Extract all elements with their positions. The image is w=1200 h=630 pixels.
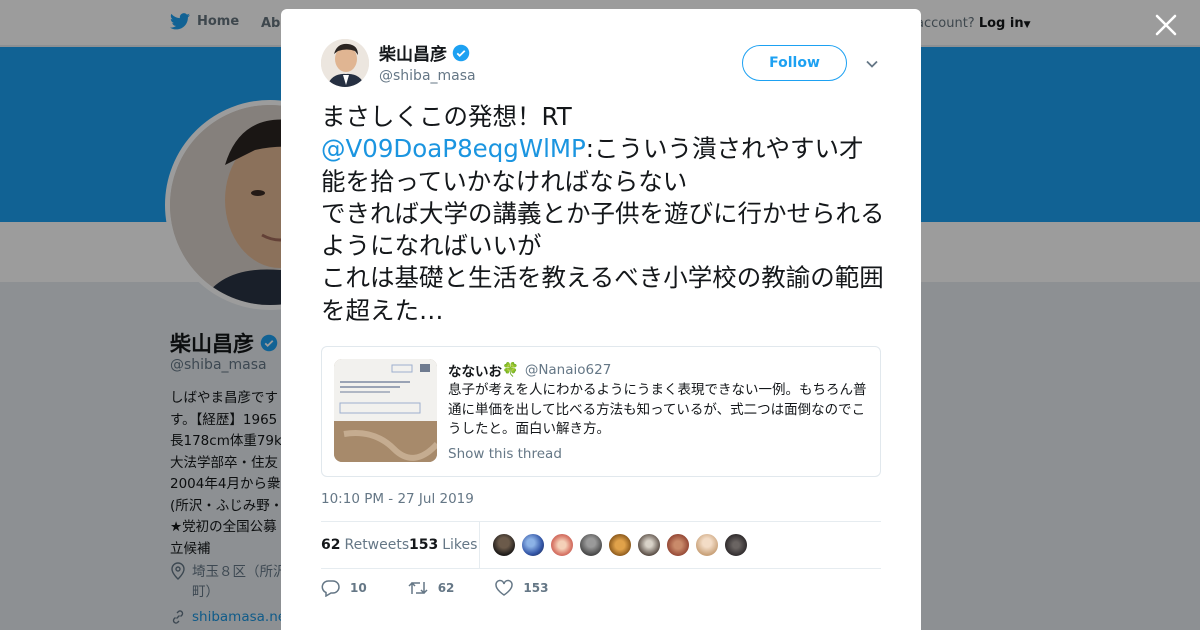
likes-label: Likes	[442, 537, 478, 553]
mention-link[interactable]: @V09DoaP8eqgWlMP	[321, 134, 586, 163]
tweet-text-line: できれば大学の講義とか子供を遊びに行かせられるようになればいいが	[321, 198, 885, 261]
quoted-tweet-image[interactable]	[334, 359, 437, 462]
liker-avatar[interactable]	[579, 533, 603, 557]
retweets-label: Retweets	[344, 537, 410, 553]
quoted-author: なないお 🍀 @Nanaio627	[448, 360, 611, 380]
liker-avatar[interactable]	[550, 533, 574, 557]
like-icon	[495, 579, 514, 596]
liker-avatar[interactable]	[695, 533, 719, 557]
author-name[interactable]: 柴山昌彦	[379, 40, 470, 65]
retweet-count: 62	[437, 581, 455, 595]
liker-avatar[interactable]	[492, 533, 516, 557]
author-avatar-image	[321, 39, 369, 87]
liker-avatar[interactable]	[608, 533, 632, 557]
reply-count: 10	[350, 581, 367, 595]
tweet-stats: 62 Retweets 153 Likes	[321, 521, 881, 569]
quoted-tweet-card[interactable]: なないお 🍀 @Nanaio627 息子が考えを人にわかるようにうまく表現できない…	[321, 346, 881, 477]
chevron-down-icon[interactable]	[863, 55, 881, 73]
close-icon[interactable]	[1153, 12, 1179, 38]
tweet-text-line: まさしくこの発想！RT	[321, 102, 572, 131]
follow-button[interactable]: Follow	[742, 45, 847, 81]
liker-avatar[interactable]	[724, 533, 748, 557]
like-button[interactable]: 153	[494, 579, 548, 597]
tweet-text: まさしくこの発想！RT @V09DoaP8eqgWlMP:こういう潰されやすい才…	[321, 101, 886, 327]
liker-avatars	[492, 533, 748, 557]
author-name-text: 柴山昌彦	[379, 45, 447, 65]
author-avatar[interactable]	[321, 39, 369, 87]
quoted-author-name: なないお	[448, 364, 502, 380]
show-thread-link[interactable]: Show this thread	[448, 446, 562, 462]
retweet-button[interactable]: 62	[407, 579, 455, 597]
tweet-timestamp[interactable]: 10:10 PM - 27 Jul 2019	[321, 491, 474, 507]
stats-divider	[479, 522, 480, 568]
liker-avatar[interactable]	[521, 533, 545, 557]
liker-avatar[interactable]	[666, 533, 690, 557]
like-count: 153	[523, 581, 549, 595]
likes-stat[interactable]: 153 Likes	[409, 537, 477, 553]
retweets-stat[interactable]: 62 Retweets	[321, 537, 409, 553]
retweet-icon	[408, 581, 428, 595]
tweet-modal: 柴山昌彦 @shiba_masa Follow まさしくこの発想！RT @V09…	[281, 9, 921, 630]
retweets-count: 62	[321, 537, 341, 553]
likes-count: 153	[409, 537, 439, 553]
worksheet-photo	[334, 359, 437, 462]
verified-badge-icon	[452, 44, 470, 61]
quoted-tweet-text: 息子が考えを人にわかるようにうまく表現できない一例。もちろん普通に単価を出して比…	[448, 382, 867, 437]
liker-avatar[interactable]	[637, 533, 661, 557]
author-handle[interactable]: @shiba_masa	[379, 68, 476, 84]
tweet-actions: 10 62 153	[321, 579, 588, 597]
quoted-author-handle: @Nanaio627	[524, 362, 612, 378]
reply-icon	[321, 580, 340, 597]
tweet-text-line: これは基礎と生活を教えるべき小学校の教諭の範囲を超えた…	[321, 263, 884, 325]
clover-emoji-icon: 🍀	[502, 362, 519, 378]
reply-button[interactable]: 10	[321, 579, 367, 597]
